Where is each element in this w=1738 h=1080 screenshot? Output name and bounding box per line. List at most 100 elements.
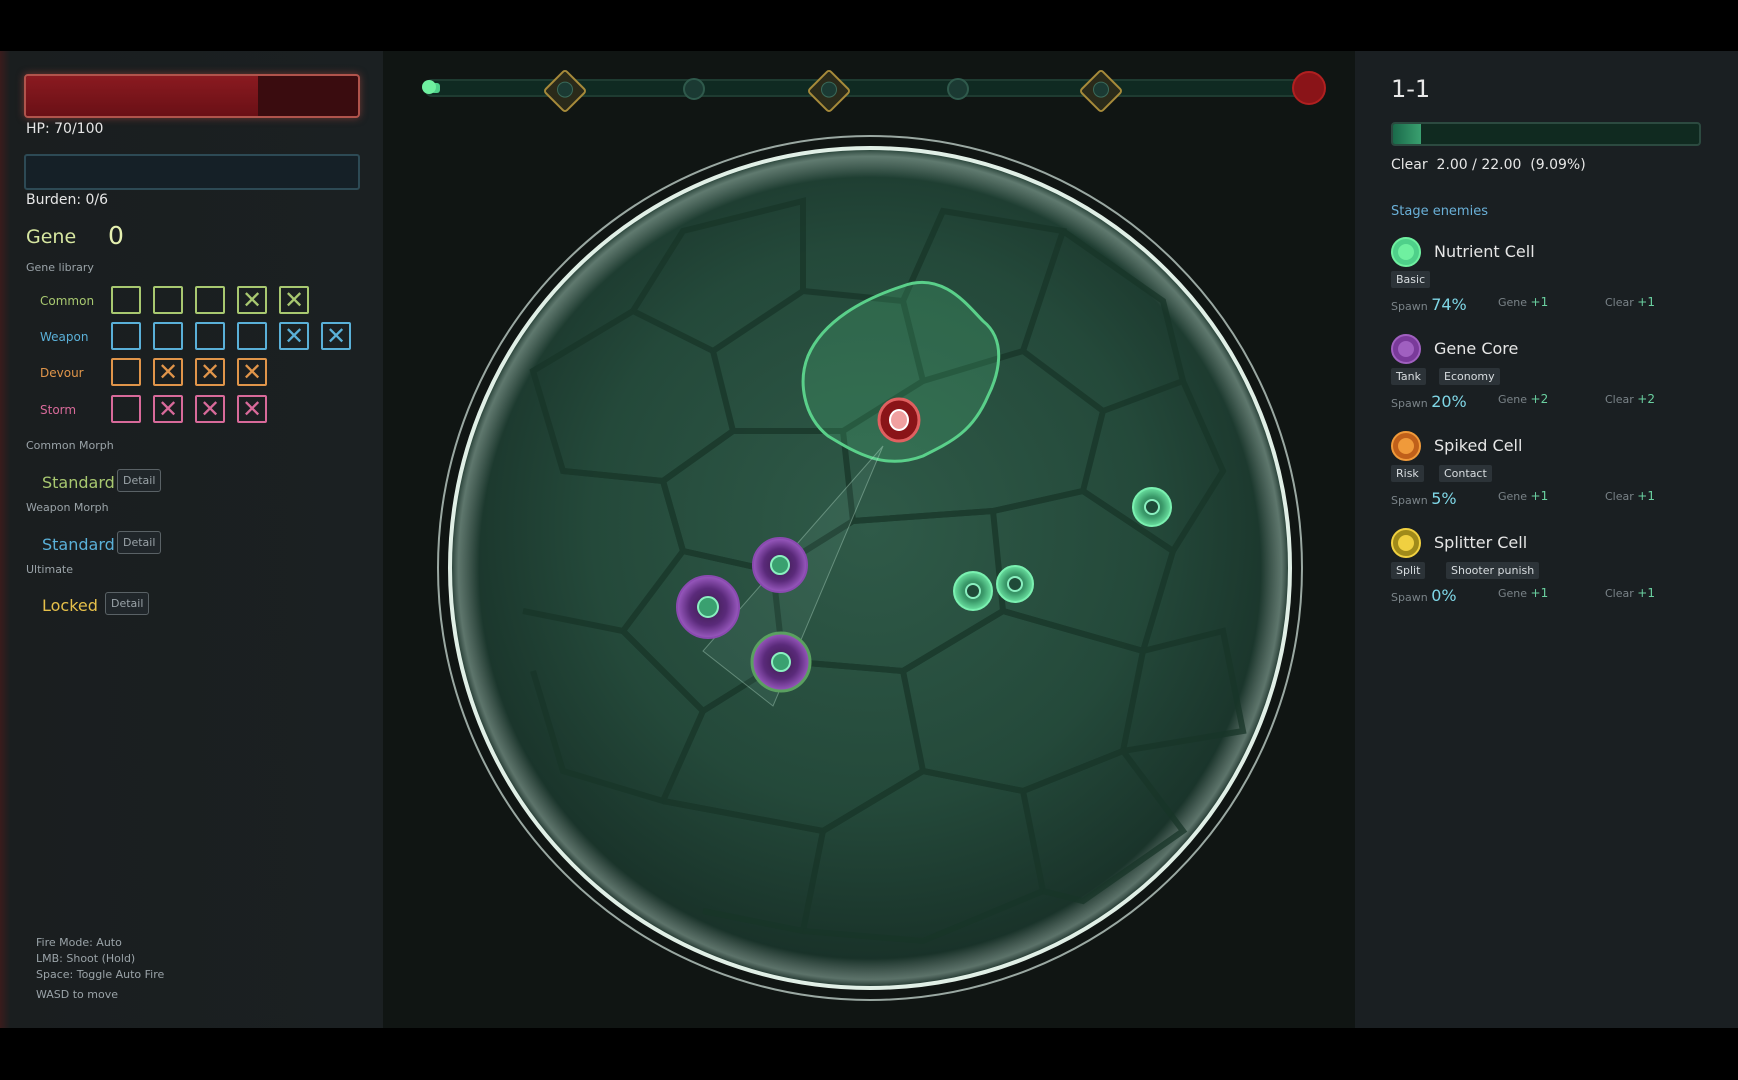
- locked-x-icon: ✕: [157, 395, 179, 423]
- enemy-stat: Spawn 5%: [1391, 489, 1457, 508]
- stage-enemies-heading: Stage enemies: [1391, 204, 1488, 219]
- gene-value: 0: [108, 221, 124, 250]
- enemy-stat-value: +1: [1637, 295, 1655, 309]
- enemy-stat: Spawn 0%: [1391, 586, 1457, 605]
- ultimate-label: Ultimate: [26, 563, 74, 576]
- enemy-stat-value: +2: [1637, 392, 1655, 406]
- game-arena[interactable]: [383, 51, 1355, 1028]
- nutrient-cell-nucleus: [1007, 576, 1023, 592]
- weapon-morph-detail-button[interactable]: Detail: [117, 531, 162, 554]
- common-morph-label: Common Morph: [26, 439, 114, 452]
- gene-slot-locked[interactable]: ✕: [153, 358, 183, 386]
- nutrient-cell-nucleus: [1144, 499, 1160, 515]
- gene-slot-empty[interactable]: [111, 322, 141, 350]
- clear-value: 2.00 / 22.00 (9.09%): [1436, 157, 1586, 173]
- gene-slot-empty[interactable]: [111, 286, 141, 314]
- enemy-entry: Nutrient Cell Basic Spawn 74% Gene +1 Clear …: [1391, 237, 1711, 327]
- gene-slot-empty[interactable]: [111, 395, 141, 423]
- enemy-stat: Clear +1: [1605, 295, 1655, 309]
- gene-core-nucleus: [771, 652, 791, 672]
- gene-slot-empty[interactable]: [153, 286, 183, 314]
- gene-slot-empty[interactable]: [195, 286, 225, 314]
- hp-text: HP: 70/100: [26, 121, 104, 137]
- locked-x-icon: ✕: [157, 358, 179, 386]
- enemy-stat-label: Clear: [1605, 393, 1634, 406]
- stage-title: 1-1: [1391, 75, 1431, 103]
- hp-bar-fill: [26, 76, 259, 116]
- enemy-icon: [1391, 334, 1421, 364]
- gene-library-label: Gene library: [26, 261, 94, 274]
- enemy-tag: Tank: [1391, 368, 1426, 385]
- clear-progress-text: Clear 2.00 / 22.00 (9.09%): [1391, 157, 1586, 173]
- enemy-tag: Split: [1391, 562, 1426, 579]
- enemy-stat-label: Spawn: [1391, 591, 1428, 604]
- gene-library-row-common: Common ✕ ✕: [20, 286, 380, 318]
- gene-slot-locked[interactable]: ✕: [195, 395, 225, 423]
- enemy-stat-label: Gene: [1498, 296, 1528, 309]
- enemy-entry: Splitter Cell Split Shooter punish Spawn 0%…: [1391, 528, 1711, 618]
- enemy-stat: Clear +2: [1605, 392, 1655, 406]
- gene-library-row-weapon: Weapon ✕ ✕: [20, 322, 380, 354]
- gene-slot-locked[interactable]: ✕: [153, 395, 183, 423]
- hp-bar: [24, 74, 360, 118]
- enemy-stat-label: Spawn: [1391, 300, 1428, 313]
- ultimate-detail-button[interactable]: Detail: [105, 592, 150, 615]
- enemy-stat-value: +1: [1530, 586, 1549, 600]
- gene-slot-locked[interactable]: ✕: [279, 286, 309, 314]
- gene-slot-locked[interactable]: ✕: [237, 286, 267, 314]
- enemy-name: Gene Core: [1434, 339, 1519, 358]
- enemy-tag: Shooter punish: [1446, 562, 1540, 579]
- dish-rim-glow: [450, 148, 1290, 988]
- weapon-morph-label: Weapon Morph: [26, 501, 109, 514]
- enemy-name: Nutrient Cell: [1434, 242, 1535, 261]
- control-hint-auto-fire: Space: Toggle Auto Fire: [36, 968, 165, 981]
- enemy-stat-value: +1: [1530, 295, 1549, 309]
- enemy-icon: [1391, 237, 1421, 267]
- enemy-stat-value: +1: [1637, 489, 1655, 503]
- enemy-stat-label: Clear: [1605, 490, 1634, 503]
- enemy-stat-label: Clear: [1605, 296, 1634, 309]
- enemy-tag: Risk: [1391, 465, 1424, 482]
- gene-slot-locked[interactable]: ✕: [237, 395, 267, 423]
- locked-x-icon: ✕: [241, 286, 263, 314]
- common-morph-detail-button[interactable]: Detail: [117, 469, 162, 492]
- enemy-stat-label: Clear: [1605, 587, 1634, 600]
- enemy-tag: Economy: [1439, 368, 1500, 385]
- clear-label: Clear: [1391, 157, 1428, 173]
- locked-x-icon: ✕: [199, 395, 221, 423]
- enemy-icon: [1391, 431, 1421, 461]
- gene-slot-empty[interactable]: [195, 322, 225, 350]
- clear-progress-bar: [1391, 122, 1701, 146]
- gene-slot-empty[interactable]: [153, 322, 183, 350]
- enemy-stat: Clear +1: [1605, 586, 1655, 600]
- enemy-stat-value: 5%: [1431, 489, 1457, 508]
- gene-slot-empty[interactable]: [111, 358, 141, 386]
- gene-slot-locked[interactable]: ✕: [237, 358, 267, 386]
- letterbox-top: [0, 0, 1738, 51]
- enemy-stat-label: Gene: [1498, 587, 1528, 600]
- burden-bar: [24, 154, 360, 190]
- enemy-tag: Contact: [1439, 465, 1492, 482]
- gene-slot-empty[interactable]: [237, 322, 267, 350]
- gene-slot-locked[interactable]: ✕: [279, 322, 309, 350]
- enemy-stat: Gene +2: [1498, 392, 1548, 406]
- left-panel: HP: 70/100 Burden: 0/6 Gene 0 Gene libra…: [0, 51, 383, 1028]
- enemy-stat: Clear +1: [1605, 489, 1655, 503]
- locked-x-icon: ✕: [199, 358, 221, 386]
- gene-slot-locked[interactable]: ✕: [321, 322, 351, 350]
- locked-x-icon: ✕: [283, 286, 305, 314]
- enemy-entry: Spiked Cell Risk Contact Spawn 5% Gene +1 Cle…: [1391, 431, 1711, 521]
- gene-library-row-label: Devour: [40, 366, 84, 380]
- locked-x-icon: ✕: [325, 322, 347, 350]
- letterbox-bottom: [0, 1028, 1738, 1080]
- weapon-morph-value: Standard: [42, 535, 115, 554]
- enemy-stat-label: Gene: [1498, 393, 1528, 406]
- enemy-stat: Gene +1: [1498, 489, 1548, 503]
- locked-x-icon: ✕: [283, 322, 305, 350]
- petri-dish-svg: [437, 135, 1303, 1001]
- enemy-stat: Gene +1: [1498, 295, 1548, 309]
- enemy-stat-value: 20%: [1431, 392, 1467, 411]
- gene-slot-locked[interactable]: ✕: [195, 358, 225, 386]
- right-panel: 1-1 Clear 2.00 / 22.00 (9.09%) Stage ene…: [1355, 51, 1738, 1028]
- enemy-stat: Spawn 20%: [1391, 392, 1467, 411]
